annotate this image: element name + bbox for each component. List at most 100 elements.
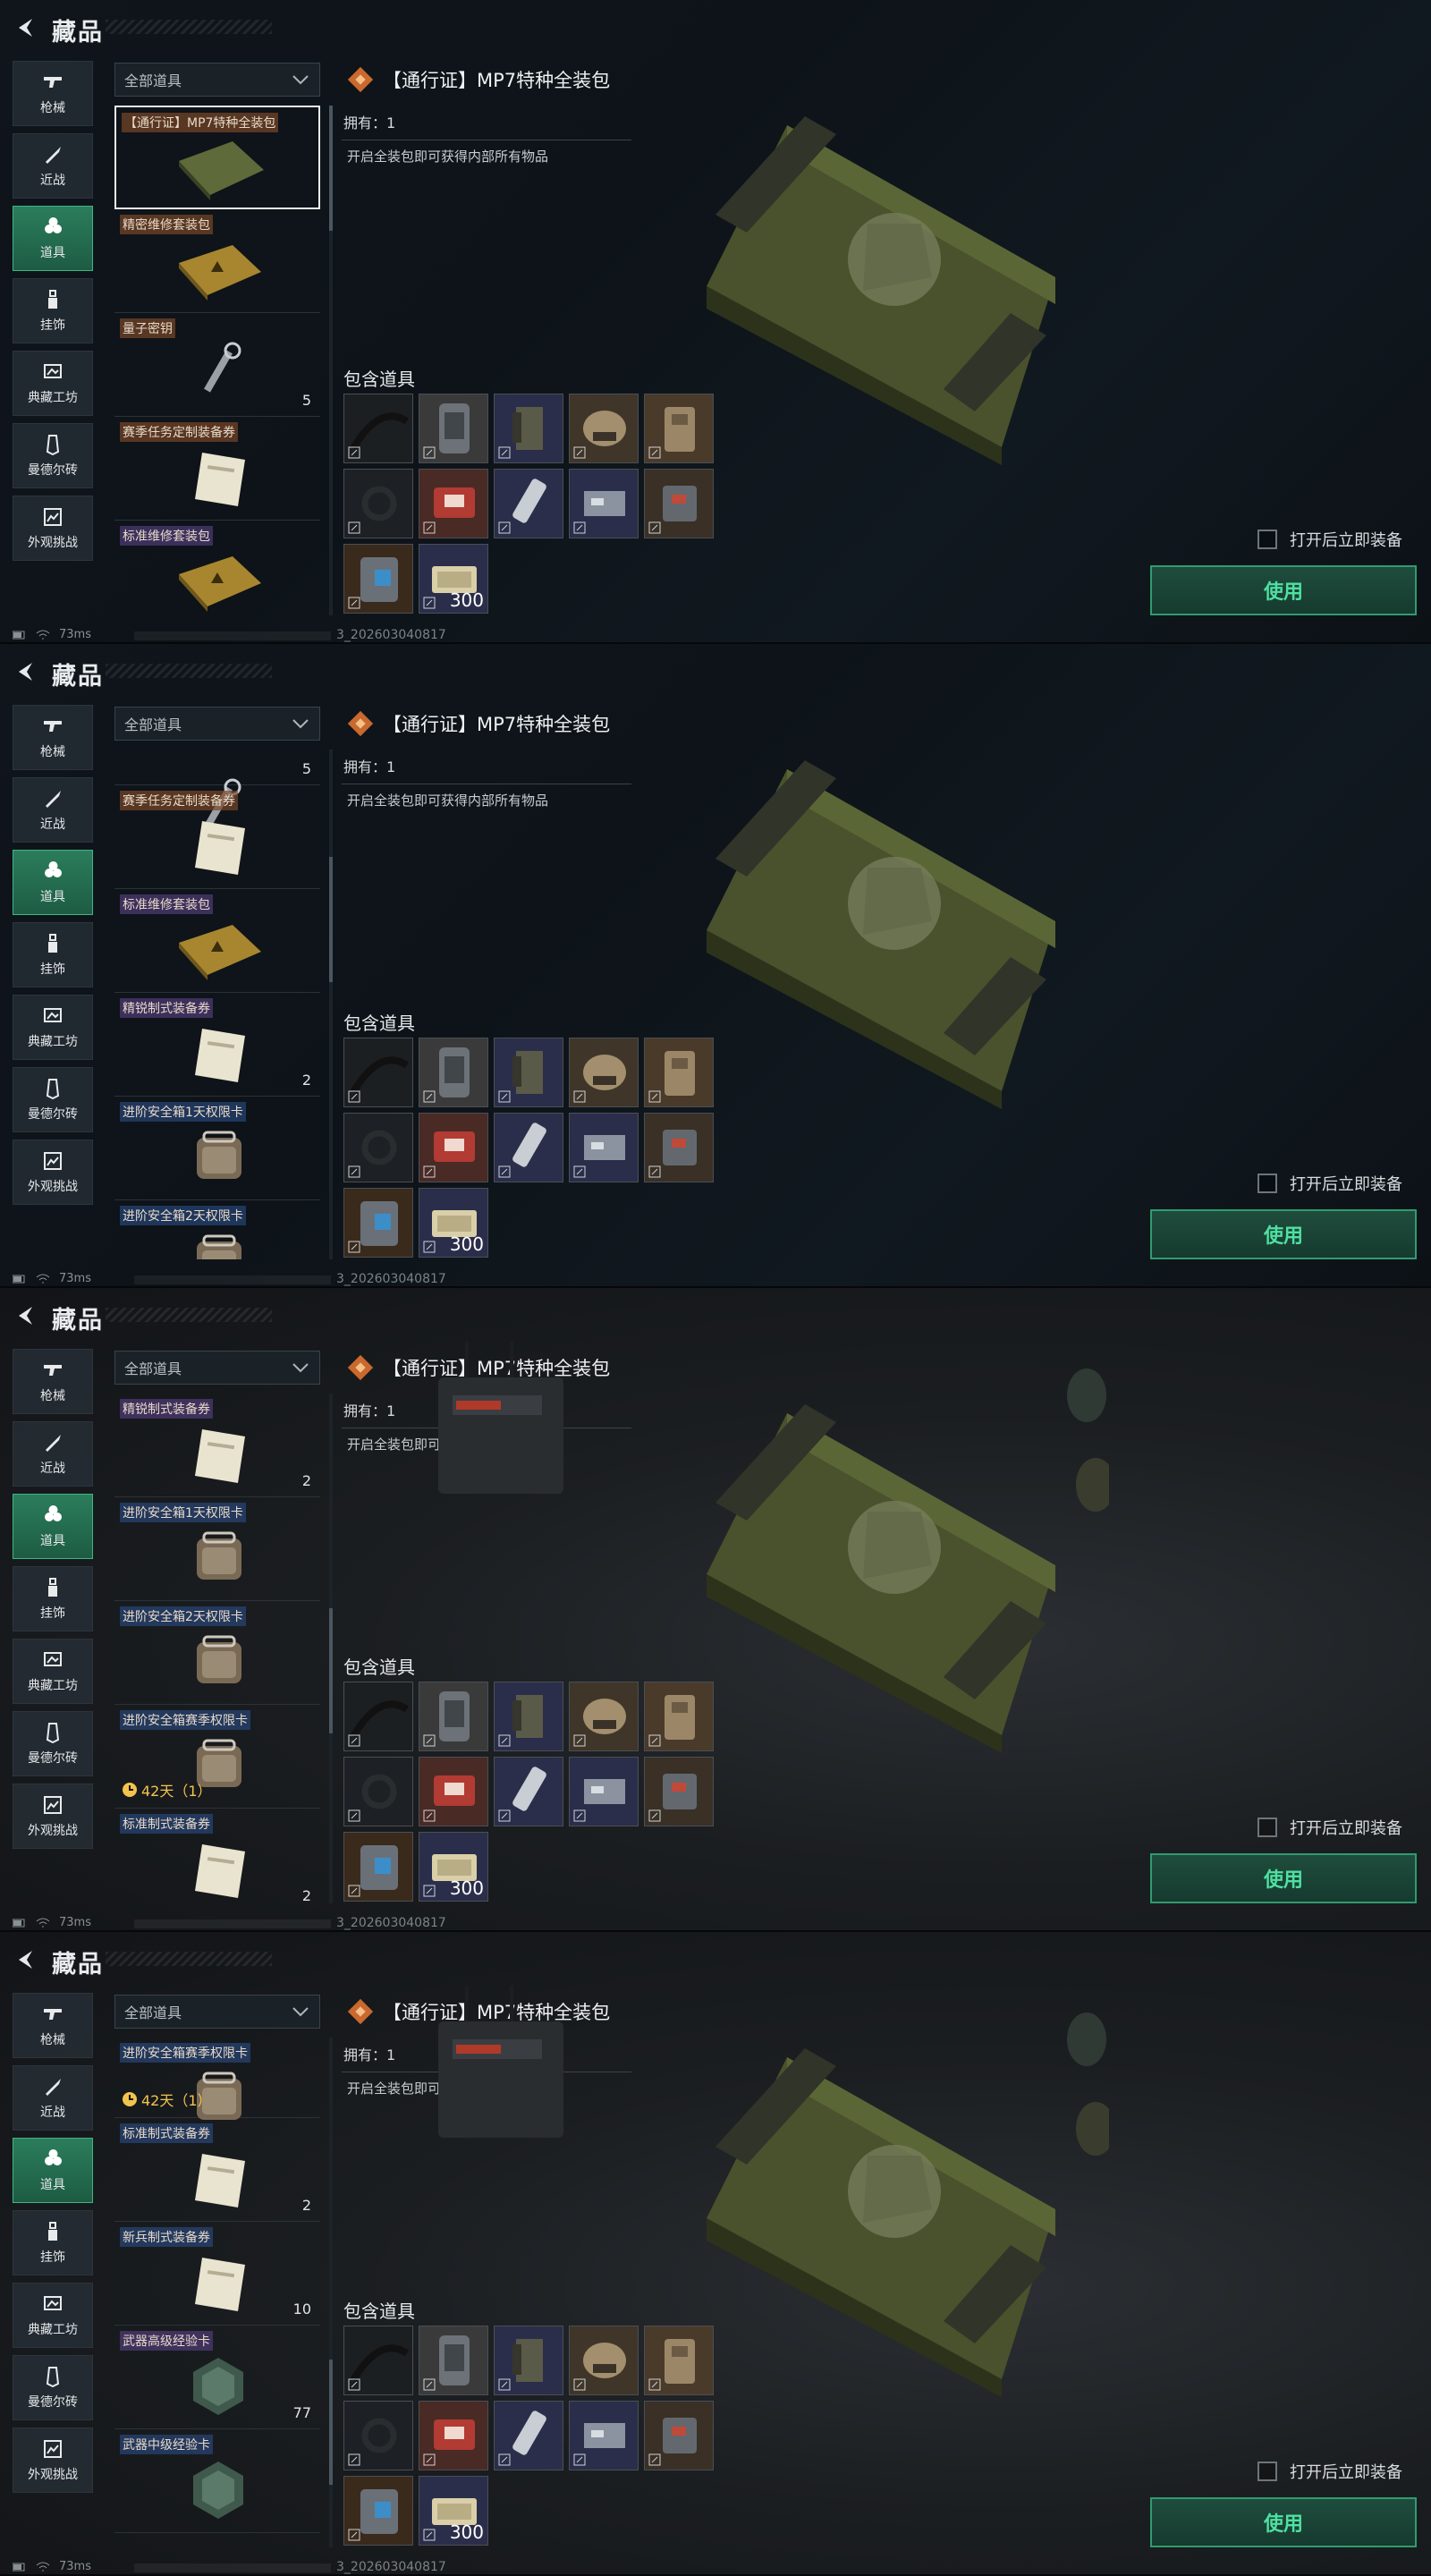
use-button[interactable]: 使用: [1150, 1853, 1417, 1903]
sidebar-tab-5[interactable]: 典藏工坊: [13, 1639, 93, 1704]
sidebar-tab-7[interactable]: 外观挑战: [13, 1140, 93, 1205]
included-item-slot[interactable]: [419, 1113, 488, 1182]
sidebar-tab-1[interactable]: 枪械: [13, 61, 93, 126]
sidebar-tab-2[interactable]: 近战: [13, 777, 93, 843]
item-list-row[interactable]: 进阶安全箱赛季权限卡 42天（1）: [114, 2038, 320, 2120]
sidebar-tab-2[interactable]: 近战: [13, 2065, 93, 2131]
item-list-row[interactable]: 进阶安全箱2天权限卡: [114, 1601, 320, 1705]
auto-equip-checkbox[interactable]: [1257, 1818, 1277, 1837]
included-item-slot[interactable]: [419, 1038, 488, 1107]
scrollbar-thumb[interactable]: [329, 2360, 333, 2485]
included-item-slot[interactable]: [569, 1682, 639, 1751]
included-item-slot[interactable]: [419, 1682, 488, 1751]
sidebar-tab-4[interactable]: 挂饰: [13, 278, 93, 343]
sidebar-tab-2[interactable]: 近战: [13, 133, 93, 199]
item-list[interactable]: 【通行证】MP7特种全装包 精密维修套装包 量子密钥 5 赛季任务定制装备券 标准维修套装…: [114, 106, 322, 615]
item-list-row[interactable]: 武器中级经验卡: [114, 2429, 320, 2533]
back-button[interactable]: [11, 1301, 41, 1331]
included-item-slot[interactable]: [569, 469, 639, 538]
item-list[interactable]: 5 赛季任务定制装备券 标准维修套装包 精锐制式装备券 2 进阶安全箱1天权限卡 进阶安全箱…: [114, 750, 322, 1259]
auto-equip-checkbox[interactable]: [1257, 2462, 1277, 2481]
back-button[interactable]: [11, 13, 41, 43]
item-list[interactable]: 进阶安全箱赛季权限卡 42天（1） 标准制式装备券 2 新兵制式装备券 10 武器高级经验卡…: [114, 2038, 322, 2547]
included-item-slot[interactable]: [569, 394, 639, 463]
sidebar-tab-2[interactable]: 近战: [13, 1421, 93, 1487]
auto-equip-option[interactable]: 打开后立即装备: [1257, 1172, 1402, 1195]
included-item-slot[interactable]: [569, 2401, 639, 2470]
included-item-slot[interactable]: [569, 2326, 639, 2395]
included-item-slot[interactable]: [494, 394, 563, 463]
filter-dropdown[interactable]: 全部道具: [114, 1995, 320, 2029]
auto-equip-option[interactable]: 打开后立即装备: [1257, 2460, 1402, 2483]
auto-equip-checkbox[interactable]: [1257, 1174, 1277, 1193]
sidebar-tab-3[interactable]: 道具: [13, 2138, 93, 2203]
sidebar-tab-5[interactable]: 典藏工坊: [13, 2283, 93, 2348]
auto-equip-option[interactable]: 打开后立即装备: [1257, 528, 1402, 551]
auto-equip-checkbox[interactable]: [1257, 530, 1277, 549]
sidebar-tab-6[interactable]: 曼德尔砖: [13, 423, 93, 488]
item-list-row[interactable]: 赛季任务定制装备券: [114, 417, 320, 521]
included-item-slot[interactable]: 300: [419, 544, 488, 614]
item-list-row[interactable]: 赛季任务定制装备券: [114, 785, 320, 889]
included-item-slot[interactable]: [343, 1188, 413, 1258]
included-item-slot[interactable]: [419, 469, 488, 538]
sidebar-tab-3[interactable]: 道具: [13, 206, 93, 271]
sidebar-tab-4[interactable]: 挂饰: [13, 922, 93, 987]
item-list-scrollbar[interactable]: [329, 106, 333, 615]
included-item-slot[interactable]: [494, 1682, 563, 1751]
item-list-row[interactable]: 标准制式装备券 2: [114, 1809, 320, 1903]
sidebar-tab-3[interactable]: 道具: [13, 850, 93, 915]
included-item-slot[interactable]: [644, 469, 714, 538]
included-item-slot[interactable]: [343, 1113, 413, 1182]
sidebar-tab-5[interactable]: 典藏工坊: [13, 351, 93, 416]
sidebar-tab-1[interactable]: 枪械: [13, 1993, 93, 2058]
sidebar-tab-4[interactable]: 挂饰: [13, 1566, 93, 1631]
included-item-slot[interactable]: [644, 1682, 714, 1751]
included-item-slot[interactable]: [419, 1757, 488, 1826]
item-list-row[interactable]: 【通行证】MP7特种全装包: [114, 106, 320, 209]
scrollbar-thumb[interactable]: [329, 857, 333, 982]
included-item-slot[interactable]: [343, 2401, 413, 2470]
sidebar-tab-6[interactable]: 曼德尔砖: [13, 2355, 93, 2420]
item-list-row[interactable]: 新兵制式装备券 10: [114, 2222, 320, 2326]
included-item-slot[interactable]: [644, 1113, 714, 1182]
item-list-row[interactable]: 进阶安全箱2天权限卡: [114, 1200, 320, 1259]
included-item-slot[interactable]: [343, 1682, 413, 1751]
use-button[interactable]: 使用: [1150, 2497, 1417, 2547]
included-item-slot[interactable]: [419, 2401, 488, 2470]
item-list-row[interactable]: 量子密钥 5: [114, 313, 320, 417]
filter-dropdown[interactable]: 全部道具: [114, 707, 320, 741]
item-list-scrollbar[interactable]: [329, 1394, 333, 1903]
item-list-row[interactable]: 武器高级经验卡 77: [114, 2326, 320, 2429]
included-item-slot[interactable]: 300: [419, 1188, 488, 1258]
sidebar-tab-3[interactable]: 道具: [13, 1494, 93, 1559]
sidebar-tab-7[interactable]: 外观挑战: [13, 2428, 93, 2493]
included-item-slot[interactable]: [569, 1113, 639, 1182]
included-item-slot[interactable]: [569, 1038, 639, 1107]
included-item-slot[interactable]: [644, 2401, 714, 2470]
included-item-slot[interactable]: [343, 1832, 413, 1902]
auto-equip-option[interactable]: 打开后立即装备: [1257, 1816, 1402, 1839]
included-item-slot[interactable]: [494, 1757, 563, 1826]
sidebar-tab-1[interactable]: 枪械: [13, 705, 93, 770]
included-item-slot[interactable]: [644, 1038, 714, 1107]
sidebar-tab-5[interactable]: 典藏工坊: [13, 995, 93, 1060]
included-item-slot[interactable]: [343, 1038, 413, 1107]
filter-dropdown[interactable]: 全部道具: [114, 63, 320, 97]
item-list-scrollbar[interactable]: [329, 750, 333, 1259]
included-item-slot[interactable]: [494, 469, 563, 538]
item-list-row[interactable]: 5: [114, 750, 320, 829]
item-list[interactable]: 精锐制式装备券 2 进阶安全箱1天权限卡 进阶安全箱2天权限卡 进阶安全箱赛季权限卡 42…: [114, 1394, 322, 1903]
back-button[interactable]: [11, 1945, 41, 1975]
included-item-slot[interactable]: [343, 394, 413, 463]
item-list-row[interactable]: 标准维修套装包: [114, 521, 320, 615]
included-item-slot[interactable]: [419, 2326, 488, 2395]
item-list-row[interactable]: 进阶安全箱赛季权限卡 42天（1）: [114, 1705, 320, 1809]
included-item-slot[interactable]: [494, 1038, 563, 1107]
item-list-row[interactable]: 精锐制式装备券 2: [114, 993, 320, 1097]
included-item-slot[interactable]: 300: [419, 2476, 488, 2546]
included-item-slot[interactable]: [494, 2401, 563, 2470]
filter-dropdown[interactable]: 全部道具: [114, 1351, 320, 1385]
use-button[interactable]: 使用: [1150, 565, 1417, 615]
scrollbar-thumb[interactable]: [329, 106, 333, 231]
